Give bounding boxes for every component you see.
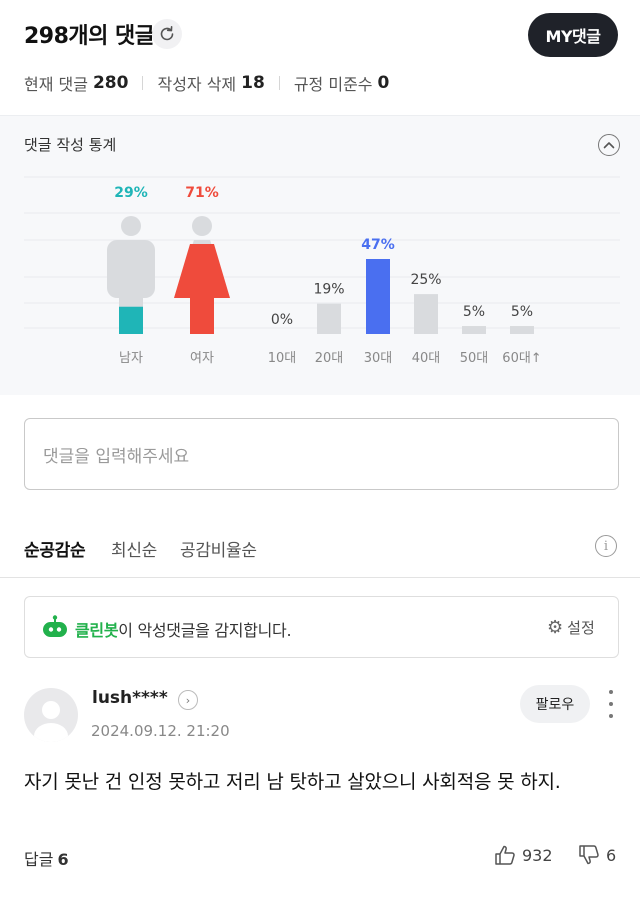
cleanbot-message: 클린봇이 악성댓글을 감지합니다. xyxy=(75,617,292,641)
comment-timestamp: 2024.09.12. 21:20 xyxy=(91,722,230,740)
more-options-icon[interactable] xyxy=(604,690,618,718)
cleanbot-robot-icon xyxy=(43,615,67,637)
settings-label: 설정 xyxy=(567,619,595,637)
reply-button[interactable]: 답글 6 xyxy=(24,846,69,870)
age-category-label-3: 40대 xyxy=(412,351,441,366)
comment-item: lush**** › 2024.09.12. 21:20 팔로우 자기 못난 건… xyxy=(0,672,640,907)
cleanbot-banner: 클린봇이 악성댓글을 감지합니다. ⚙ 설정 xyxy=(24,596,619,658)
female-percentage-fill xyxy=(174,244,230,334)
current-comments-label: 현재 댓글 xyxy=(24,75,88,94)
male-percentage-fill xyxy=(119,306,143,334)
age-bar-3 xyxy=(414,294,438,334)
age-category-label-1: 20대 xyxy=(315,351,344,366)
sort-bar: 순공감순 최신순 공감비율순 i xyxy=(0,516,640,578)
comment-input[interactable]: 댓글을 입력해주세요 xyxy=(24,418,619,490)
comment-header: 298개의 댓글 MY댓글 현재 댓글 280 작성자 삭제 18 규정 미준수… xyxy=(0,0,640,115)
refresh-button[interactable] xyxy=(152,19,182,49)
sort-tab-like-ratio[interactable]: 공감비율순 xyxy=(180,536,257,561)
age-category-label-4: 50대 xyxy=(460,351,489,366)
age-value-label-0: 0% xyxy=(271,312,293,328)
like-button[interactable]: 932 xyxy=(494,844,553,866)
female-figure-head xyxy=(192,216,212,236)
cleanbot-brand[interactable]: 클린봇 xyxy=(75,621,119,640)
age-category-label-2: 30대 xyxy=(364,351,393,366)
male-percentage-label: 29% xyxy=(114,185,148,201)
age-bar-2 xyxy=(366,259,390,334)
age-category-label-5: 60대↑ xyxy=(502,351,541,366)
refresh-icon xyxy=(160,26,174,41)
divider xyxy=(142,76,144,90)
author-deleted-label: 작성자 삭제 xyxy=(157,75,237,94)
sort-tab-newest[interactable]: 최신순 xyxy=(111,536,157,561)
like-count: 932 xyxy=(522,845,553,865)
follow-button[interactable]: 팔로우 xyxy=(520,685,590,723)
sort-tab-top-likes[interactable]: 순공감순 xyxy=(24,536,86,561)
my-comments-button[interactable]: MY댓글 xyxy=(528,13,618,57)
current-comments-value: 280 xyxy=(92,73,129,93)
default-avatar-icon xyxy=(34,701,68,742)
cleanbot-description: 이 악성댓글을 감지합니다. xyxy=(118,621,292,640)
avatar[interactable] xyxy=(24,688,78,742)
female-percentage-label: 71% xyxy=(185,185,219,201)
statistics-chart: 29% 71% 남자 여자 0% 10대 19% 20대 47% 30대 25% 40대 5% 50대 5%… xyxy=(24,176,620,366)
reply-label: 답글 xyxy=(24,850,54,869)
age-value-label-3: 25% xyxy=(410,272,441,288)
age-value-label-1: 19% xyxy=(313,282,344,298)
male-label: 남자 xyxy=(119,351,143,366)
thumbs-up-icon xyxy=(495,845,515,865)
male-figure-head xyxy=(121,216,141,236)
age-bar-1 xyxy=(317,303,341,334)
gear-icon: ⚙ xyxy=(547,616,564,638)
divider xyxy=(278,76,280,90)
comment-username[interactable]: lush**** xyxy=(92,688,168,708)
thumbs-down-icon xyxy=(579,845,599,865)
age-category-label-0: 10대 xyxy=(268,351,297,366)
age-bar-5 xyxy=(510,326,534,334)
chevron-right-icon[interactable]: › xyxy=(178,690,198,710)
comment-body: 자기 못난 건 인정 못하고 저리 남 탓하고 살았으니 사회적응 못 하지. xyxy=(24,771,561,793)
comment-statistics-panel: 댓글 작성 통계 29% 71% 남자 여자 0% 10대 19% 20대 47% 30대 25% 4… xyxy=(0,115,640,395)
info-icon[interactable]: i xyxy=(595,535,617,557)
dislike-button[interactable]: 6 xyxy=(578,844,616,866)
policy-violation-value: 0 xyxy=(377,73,390,93)
dislike-count: 6 xyxy=(606,845,617,865)
cleanbot-settings-button[interactable]: ⚙ 설정 xyxy=(547,617,595,638)
age-value-label-5: 5% xyxy=(511,304,533,320)
female-label: 여자 xyxy=(190,351,214,366)
age-value-label-4: 5% xyxy=(463,304,485,320)
comment-stats-line: 현재 댓글 280 작성자 삭제 18 규정 미준수 0 xyxy=(24,71,389,95)
age-bar-4 xyxy=(462,326,486,334)
age-value-label-2: 47% xyxy=(361,237,395,253)
author-deleted-value: 18 xyxy=(241,73,265,93)
reply-count: 6 xyxy=(57,850,69,869)
comment-count-title: 298개의 댓글 xyxy=(24,24,155,49)
policy-violation-label: 규정 미준수 xyxy=(293,75,373,94)
